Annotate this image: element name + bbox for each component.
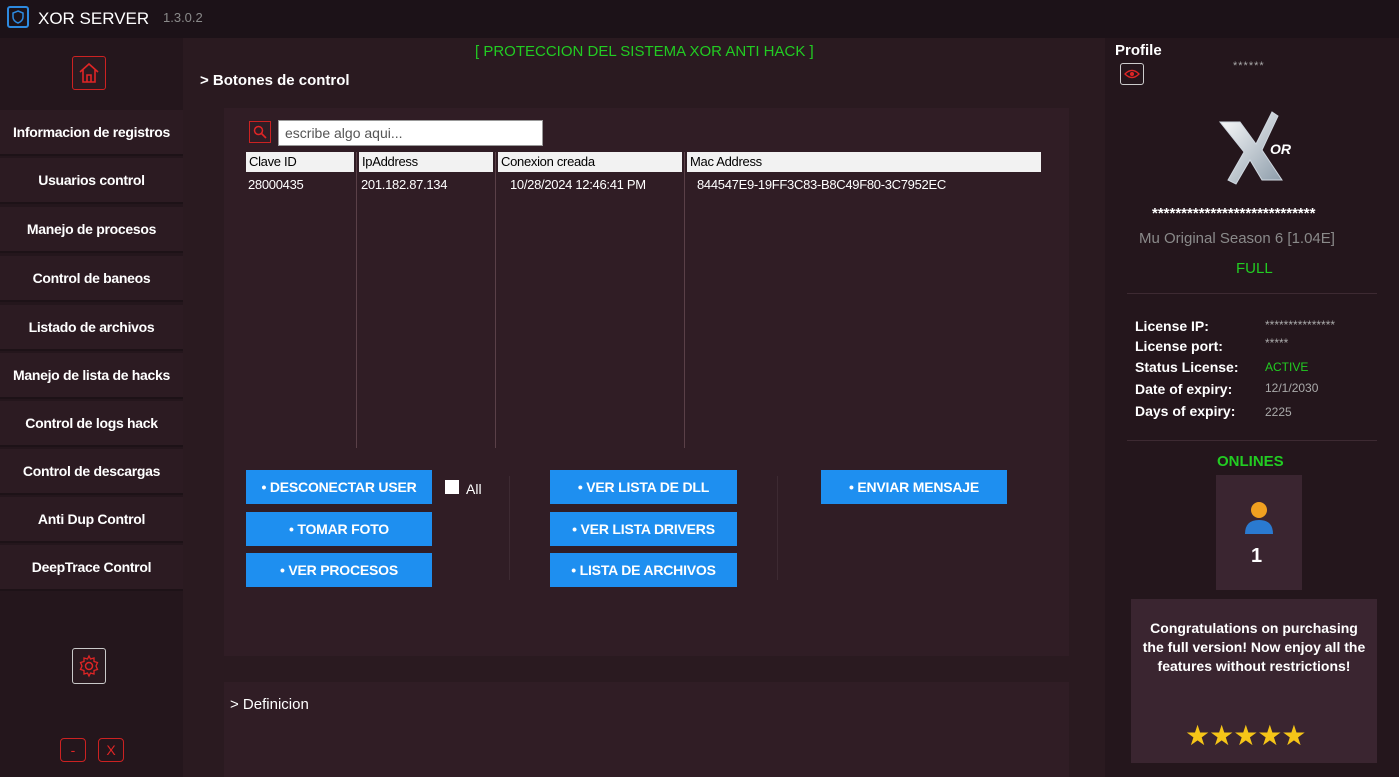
header-banner: [ PROTECCION DEL SISTEMA XOR ANTI HACK ] — [475, 43, 814, 60]
divider — [1127, 440, 1377, 441]
expiry-date-label: Date of expiry: — [1135, 381, 1233, 397]
definition-title[interactable]: > Definicion — [230, 696, 309, 713]
disconnect-user-button[interactable]: • DESCONECTAR USER — [246, 470, 432, 504]
all-checkbox[interactable] — [445, 480, 459, 494]
sidebar-item-registros[interactable]: Informacion de registros — [0, 110, 183, 156]
take-photo-button[interactable]: • TOMAR FOTO — [246, 512, 432, 546]
column-divider — [356, 152, 357, 448]
show-profile-button[interactable] — [1120, 63, 1144, 85]
divider — [509, 476, 510, 580]
svg-text:OR: OR — [1270, 141, 1292, 157]
all-label: All — [466, 481, 482, 497]
column-divider — [684, 152, 685, 448]
gear-icon — [79, 654, 99, 678]
column-header-mac[interactable]: Mac Address — [687, 152, 1041, 172]
divider — [777, 476, 778, 580]
sidebar-item-procesos[interactable]: Manejo de procesos — [0, 207, 183, 253]
home-icon — [79, 62, 99, 83]
file-list-button[interactable]: • LISTA DE ARCHIVOS — [550, 553, 737, 587]
title-bar — [0, 0, 1399, 38]
table-cell-ipaddress[interactable]: 201.182.87.134 — [361, 177, 447, 192]
edition-label: FULL — [1236, 260, 1273, 277]
congrats-text: Congratulations on purchasing the full v… — [1142, 620, 1366, 674]
table-cell-clave-id[interactable]: 28000435 — [248, 177, 304, 192]
column-header-clave-id[interactable]: Clave ID — [246, 152, 354, 172]
sidebar-item-archivos[interactable]: Listado de archivos — [0, 305, 183, 351]
sidebar-item-deeptrace[interactable]: DeepTrace Control — [0, 545, 183, 591]
onlines-label: ONLINES — [1217, 453, 1284, 470]
onlines-count: 1 — [1251, 545, 1263, 567]
sidebar-item-hacks[interactable]: Manejo de lista de hacks — [0, 353, 183, 399]
home-button[interactable] — [72, 56, 106, 90]
masked-code: **************************** — [1152, 205, 1316, 222]
settings-button[interactable] — [72, 648, 106, 684]
sidebar-item-descargas[interactable]: Control de descargas — [0, 449, 183, 495]
status-license-label: Status License: — [1135, 359, 1239, 375]
user-icon — [1245, 502, 1273, 534]
send-message-button[interactable]: • ENVIAR MENSAJE — [821, 470, 1007, 504]
sidebar-item-logs-hack[interactable]: Control de logs hack — [0, 401, 183, 447]
sidebar-item-usuarios[interactable]: Usuarios control — [0, 158, 183, 204]
view-processes-button[interactable]: • VER PROCESOS — [246, 553, 432, 587]
column-header-ipaddress[interactable]: IpAddress — [359, 152, 493, 172]
eye-icon — [1124, 69, 1140, 79]
sidebar-item-baneos[interactable]: Control de baneos — [0, 256, 183, 302]
shield-icon — [7, 6, 29, 28]
xor-logo: OR — [1218, 111, 1292, 185]
expiry-date-value: 12/1/2030 — [1265, 381, 1319, 395]
license-port-label: License port: — [1135, 338, 1223, 354]
close-button[interactable]: X — [98, 738, 124, 762]
license-ip-value: *************** — [1265, 318, 1336, 332]
server-version: Mu Original Season 6 [1.04E] — [1139, 230, 1335, 247]
profile-name: ****** — [1233, 60, 1265, 72]
divider — [1127, 293, 1377, 294]
expiry-days-value: 2225 — [1265, 405, 1292, 419]
license-ip-label: License IP: — [1135, 318, 1209, 334]
expiry-days-label: Days of expiry: — [1135, 403, 1236, 419]
app-title: XOR SERVER — [38, 9, 150, 28]
sidebar-item-anti-dup[interactable]: Anti Dup Control — [0, 497, 183, 543]
star-rating: ★★★★★ — [1185, 720, 1307, 751]
view-drivers-button[interactable]: • VER LISTA DRIVERS — [550, 512, 737, 546]
search-icon[interactable] — [249, 121, 271, 143]
table-cell-mac[interactable]: 844547E9-19FF3C83-B8C49F80-3C7952EC — [697, 177, 946, 192]
status-license-value: ACTIVE — [1265, 360, 1309, 374]
view-dll-list-button[interactable]: • VER LISTA DE DLL — [550, 470, 737, 504]
column-header-conexion[interactable]: Conexion creada — [498, 152, 682, 172]
app-version: 1.3.0.2 — [163, 10, 203, 25]
table-cell-conexion[interactable]: 10/28/2024 12:46:41 PM — [510, 177, 646, 192]
column-divider — [495, 152, 496, 448]
definition-panel — [224, 682, 1069, 777]
search-input[interactable] — [278, 120, 543, 146]
minimize-button[interactable]: - — [60, 738, 86, 762]
license-port-value: ***** — [1265, 336, 1289, 350]
section-title: > Botones de control — [200, 72, 350, 89]
profile-label: Profile — [1115, 42, 1162, 59]
